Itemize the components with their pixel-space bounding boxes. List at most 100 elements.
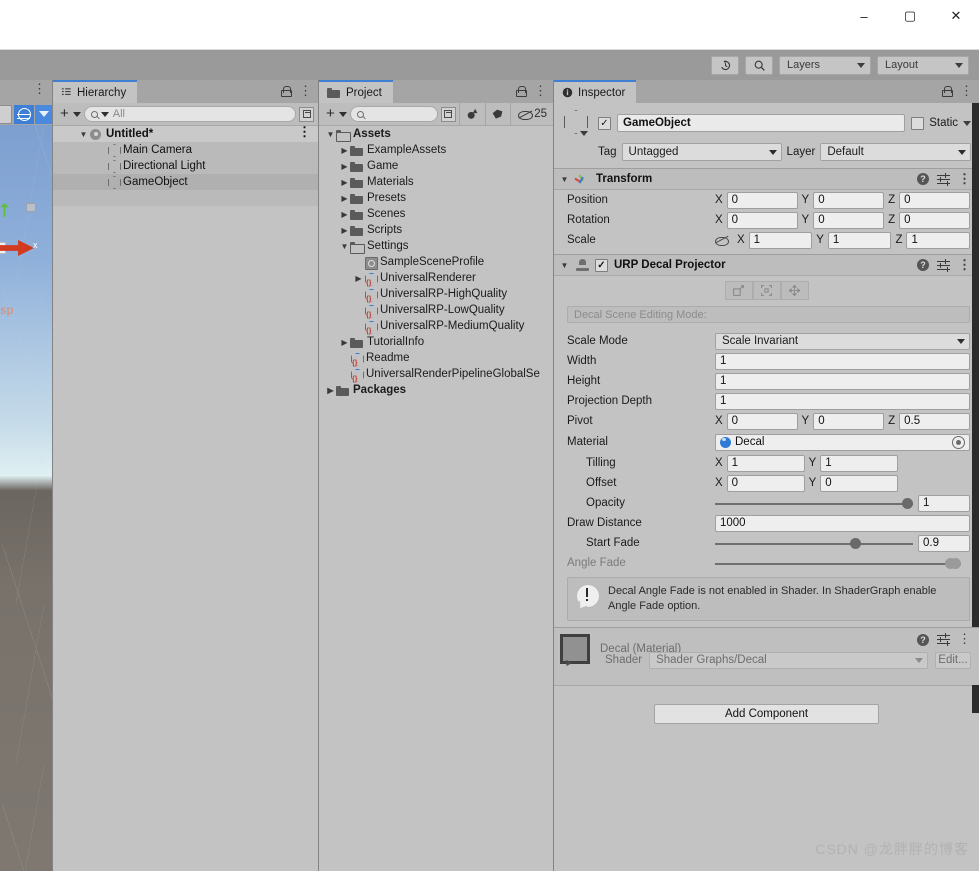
preset-icon[interactable]	[937, 260, 950, 271]
opacity-slider-knob[interactable]	[902, 498, 913, 509]
shader-edit-button[interactable]: Edit...	[935, 652, 971, 669]
static-checkbox[interactable]	[911, 117, 924, 130]
scene-viewport[interactable]: x rsp	[0, 125, 52, 871]
help-icon[interactable]: ?	[917, 173, 929, 185]
project-tree-item[interactable]: Scenes	[319, 206, 553, 222]
tab-hierarchy[interactable]: Hierarchy	[53, 80, 137, 103]
inspector-menu-icon[interactable]	[960, 87, 973, 96]
project-tree-item[interactable]: Materials	[319, 174, 553, 190]
scene-row-menu-icon[interactable]	[298, 128, 311, 137]
chevron-right-icon[interactable]	[325, 386, 336, 395]
add-component-button[interactable]: Add Component	[654, 704, 879, 724]
gameobject-enabled-checkbox[interactable]: ✓	[598, 117, 611, 130]
tilling-y-input[interactable]: 1	[820, 455, 898, 472]
layers-dropdown[interactable]: Layers	[779, 56, 871, 75]
rotation-y-input[interactable]: 0	[813, 212, 884, 229]
width-input[interactable]: 1	[715, 353, 970, 370]
opacity-slider[interactable]	[715, 495, 913, 512]
start-fade-slider[interactable]	[715, 535, 913, 552]
offset-y-input[interactable]: 0	[820, 475, 898, 492]
project-tree-item[interactable]: Settings	[319, 238, 553, 254]
tilling-x-input[interactable]: 1	[727, 455, 805, 472]
project-expand-icon[interactable]	[441, 107, 456, 122]
tab-inspector[interactable]: Inspector	[554, 80, 636, 103]
create-asset-button[interactable]: +	[323, 107, 336, 121]
chevron-down-icon[interactable]	[963, 121, 971, 126]
rotation-z-input[interactable]: 0	[899, 212, 970, 229]
object-picker-icon[interactable]	[952, 436, 965, 449]
inspector-scrollbar[interactable]	[972, 103, 979, 713]
scene-view-menu-icon[interactable]	[33, 85, 46, 94]
projection-depth-input[interactable]: 1	[715, 393, 970, 410]
scale-y-input[interactable]: 1	[828, 232, 892, 249]
chevron-right-icon[interactable]	[339, 146, 350, 155]
add-gameobject-button[interactable]: +	[57, 107, 70, 121]
lock-icon[interactable]	[281, 86, 290, 97]
project-tree-item[interactable]: Scripts	[319, 222, 553, 238]
project-tree-item[interactable]: TutorialInfo	[319, 334, 553, 350]
scene-view-panel[interactable]: x rsp	[0, 80, 52, 871]
project-tree-item[interactable]: Game	[319, 158, 553, 174]
chevron-down-icon[interactable]	[325, 130, 336, 139]
hierarchy-expand-icon[interactable]	[299, 107, 314, 122]
tab-project[interactable]: Project	[319, 80, 393, 103]
project-tree-item[interactable]: Presets	[319, 190, 553, 206]
preset-icon[interactable]	[937, 174, 950, 185]
scale-mode-dropdown[interactable]: Scale Invariant	[715, 333, 970, 350]
chevron-right-icon[interactable]	[564, 658, 575, 667]
project-tree-item[interactable]: Assets	[319, 126, 553, 142]
component-menu-icon[interactable]	[958, 635, 971, 644]
chevron-right-icon[interactable]	[339, 162, 350, 171]
rotation-x-input[interactable]: 0	[727, 212, 798, 229]
position-z-input[interactable]: 0	[899, 192, 970, 209]
scale-x-input[interactable]: 1	[749, 232, 813, 249]
list-item[interactable]: Main Camera	[53, 142, 318, 158]
project-menu-icon[interactable]	[534, 87, 547, 96]
chevron-down-icon[interactable]	[73, 112, 81, 117]
layout-dropdown[interactable]: Layout	[877, 56, 969, 75]
search-icon[interactable]	[745, 56, 773, 75]
filter-by-label-icon[interactable]	[488, 103, 507, 125]
chevron-down-icon[interactable]	[339, 242, 350, 251]
gizmo-dropdown-icon[interactable]	[35, 105, 52, 124]
gizmo-toggle-icon[interactable]	[14, 105, 34, 124]
chevron-right-icon[interactable]	[353, 274, 364, 283]
project-tree-item[interactable]: Readme	[319, 350, 553, 366]
pivot-y-input[interactable]: 0	[813, 413, 884, 430]
start-fade-input[interactable]: 0.9	[918, 535, 970, 552]
project-tree-item[interactable]: UniversalRenderPipelineGlobalSe	[319, 366, 553, 382]
chevron-right-icon[interactable]	[339, 194, 350, 203]
position-y-input[interactable]: 0	[813, 192, 884, 209]
chevron-down-icon[interactable]	[559, 175, 570, 184]
draw-distance-input[interactable]: 1000	[715, 515, 970, 532]
window-minimize-button[interactable]: –	[841, 0, 887, 32]
chevron-right-icon[interactable]	[339, 226, 350, 235]
height-input[interactable]: 1	[715, 373, 970, 390]
help-icon[interactable]: ?	[917, 634, 929, 646]
hidden-assets-count[interactable]: 25	[514, 108, 553, 120]
project-tree-item[interactable]: SampleSceneProfile	[319, 254, 553, 270]
chevron-down-icon[interactable]	[78, 130, 89, 139]
decal-component-header[interactable]: ✓ URP Decal Projector ?	[554, 254, 979, 276]
pivot-x-input[interactable]: 0	[727, 413, 798, 430]
history-icon[interactable]	[711, 56, 739, 75]
filter-by-type-icon[interactable]	[463, 103, 482, 125]
project-tree-item[interactable]: UniversalRP-MediumQuality	[319, 318, 553, 334]
list-item[interactable]: Directional Light	[53, 158, 318, 174]
hierarchy-menu-icon[interactable]	[299, 87, 312, 96]
scene-tool-button[interactable]	[0, 105, 12, 124]
project-tree-item[interactable]: UniversalRP-LowQuality	[319, 302, 553, 318]
gameobject-name-input[interactable]: GameObject	[617, 114, 905, 132]
start-fade-slider-knob[interactable]	[850, 538, 861, 549]
constrain-proportions-icon[interactable]	[715, 235, 728, 246]
project-tree-item[interactable]: Packages	[319, 382, 553, 398]
transform-component-header[interactable]: Transform ?	[554, 168, 979, 190]
decal-pivot-tool-icon[interactable]	[781, 281, 809, 300]
opacity-input[interactable]: 1	[918, 495, 970, 512]
hierarchy-scene-row[interactable]: Untitled*	[53, 126, 318, 142]
hierarchy-search-input[interactable]: All	[84, 106, 296, 122]
position-x-input[interactable]: 0	[727, 192, 798, 209]
window-close-button[interactable]: ✕	[933, 0, 979, 32]
chevron-right-icon[interactable]	[339, 210, 350, 219]
decal-enabled-checkbox[interactable]: ✓	[595, 259, 608, 272]
